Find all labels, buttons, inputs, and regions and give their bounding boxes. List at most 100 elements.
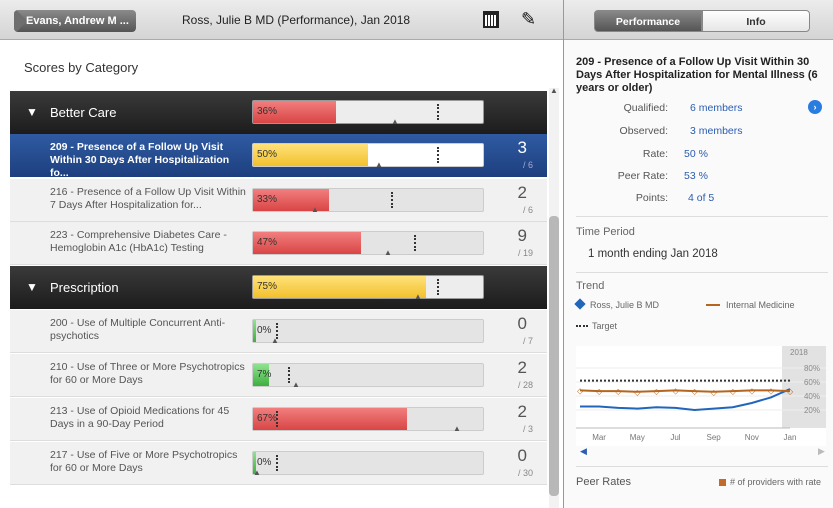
time-period-label: Time Period xyxy=(576,226,635,238)
category-row[interactable]: ▼ Better Care 36% ▲ xyxy=(10,91,547,134)
scrollbar-thumb[interactable] xyxy=(549,216,559,496)
x-tick-label: Nov xyxy=(745,433,759,442)
measure-score-bar: 50% ▲ xyxy=(252,143,484,169)
peer-marker-icon: ▲ xyxy=(391,117,399,126)
observed-label: Observed: xyxy=(619,125,668,137)
qualified-label: Qualified: xyxy=(623,102,668,114)
measure-score-bar: 0% ▲ xyxy=(252,451,484,477)
series-point: ◇ xyxy=(711,388,718,397)
series-point: ◇ xyxy=(615,387,622,396)
collapse-triangle-icon[interactable]: ▼ xyxy=(26,280,38,294)
observed-value[interactable]: 3 members xyxy=(690,125,743,137)
series-point: ◇ xyxy=(596,387,603,396)
legend-target: Target xyxy=(592,321,618,331)
peer-rate-value: 53 % xyxy=(684,170,708,182)
legend-swatch-internal-medicine xyxy=(706,304,720,306)
target-marker xyxy=(391,192,393,208)
back-button[interactable]: Evans, Andrew M ... xyxy=(14,10,136,32)
peer-rates-legend: # of providers with rate xyxy=(730,477,822,487)
score-numerator: 9 xyxy=(517,226,527,245)
target-marker xyxy=(414,235,416,251)
series-point: ◇ xyxy=(787,387,794,396)
score-numerator: 0 xyxy=(517,314,527,333)
top-toolbar: Evans, Andrew M ... Ross, Julie B MD (Pe… xyxy=(0,0,563,40)
score-denominator: / 6 xyxy=(522,205,533,215)
series-point: ◇ xyxy=(768,386,775,395)
x-tick-label: Sep xyxy=(707,433,722,442)
series-point: ◇ xyxy=(730,387,737,396)
peer-marker-icon: ▲ xyxy=(292,380,300,389)
details-arrow-icon[interactable]: › xyxy=(808,100,822,114)
bar-percent: 0% xyxy=(257,457,272,468)
bar-percent: 7% xyxy=(257,369,272,380)
legend-swatch-target xyxy=(576,325,588,327)
measure-score-bar: 33% ▲ xyxy=(252,188,484,214)
series-point: ◇ xyxy=(634,388,641,397)
measure-label: 200 - Use of Multiple Concurrent Anti-ps… xyxy=(50,317,226,342)
target-marker xyxy=(276,455,278,471)
series-point: ◇ xyxy=(692,387,699,396)
score-denominator: / 28 xyxy=(517,380,533,390)
peer-marker-icon: ▲ xyxy=(453,424,461,433)
legend-internal-medicine: Internal Medicine xyxy=(726,300,795,310)
tab-performance[interactable]: Performance xyxy=(594,10,702,32)
measure-row[interactable]: 216 - Presence of a Follow Up Visit With… xyxy=(10,179,547,222)
tab-info[interactable]: Info xyxy=(702,10,810,32)
score-numerator: 2 xyxy=(517,183,527,202)
category-label: Better Care xyxy=(50,105,117,120)
category-label: Prescription xyxy=(50,280,119,295)
bar-percent: 36% xyxy=(257,106,278,117)
score-denominator: / 19 xyxy=(517,248,533,258)
y-tick-label: 40% xyxy=(804,392,820,401)
peer-marker-icon: ▲ xyxy=(271,336,279,345)
measure-label: 223 - Comprehensive Diabetes Care - Hemo… xyxy=(50,229,227,254)
x-tick-label: May xyxy=(630,433,645,442)
scores-panel: Scores by Category ▲ ▼ Better Care 36% ▲ 209… xyxy=(0,40,563,508)
series-point: ◇ xyxy=(653,387,660,396)
measure-row[interactable]: 209 - Presence of a Follow Up Visit With… xyxy=(10,134,547,179)
target-marker xyxy=(437,147,439,163)
target-marker xyxy=(276,411,278,427)
score-denominator: / 6 xyxy=(522,160,533,170)
trend-next-icon[interactable]: ▶ xyxy=(818,446,825,457)
bar-percent: 50% xyxy=(257,149,278,160)
calendar-icon[interactable] xyxy=(483,11,499,28)
trend-label: Trend xyxy=(576,280,605,292)
y-tick-label: 60% xyxy=(804,378,820,387)
rate-value: 50 % xyxy=(684,148,708,160)
trend-prev-icon[interactable]: ◀ xyxy=(580,446,587,457)
target-marker xyxy=(288,367,290,383)
measure-row[interactable]: 200 - Use of Multiple Concurrent Anti-ps… xyxy=(10,310,547,353)
year-label: 2018 xyxy=(790,348,808,357)
peer-marker-icon: ▲ xyxy=(414,292,422,301)
bar-percent: 75% xyxy=(257,281,278,292)
measure-score-bar: 0% ▲ xyxy=(252,319,484,345)
scroll-up-icon[interactable]: ▲ xyxy=(550,86,558,95)
bar-percent: 47% xyxy=(257,237,278,248)
qualified-value[interactable]: 6 members xyxy=(690,102,743,114)
series-point: ◇ xyxy=(577,386,584,395)
measure-label: 210 - Use of Three or More Psychotropics… xyxy=(50,361,245,386)
category-score-bar: 36% ▲ xyxy=(252,100,484,126)
score-denominator: / 7 xyxy=(522,336,533,346)
measure-row[interactable]: 217 - Use of Five or More Psychotropics … xyxy=(10,442,547,485)
peer-rates-label: Peer Rates xyxy=(576,476,632,488)
measure-row[interactable]: 223 - Comprehensive Diabetes Care - Hemo… xyxy=(10,222,547,265)
points-value: 4 of 5 xyxy=(688,192,715,204)
measure-row[interactable]: 213 - Use of Opioid Medications for 45 D… xyxy=(10,398,547,441)
measure-score-bar: 47% ▲ xyxy=(252,231,484,257)
time-period-value: 1 month ending Jan 2018 xyxy=(588,248,718,260)
bar-fill xyxy=(253,276,426,298)
collapse-triangle-icon[interactable]: ▼ xyxy=(26,105,38,119)
bar-percent: 67% xyxy=(257,413,278,424)
score-numerator: 3 xyxy=(517,138,527,157)
measure-row[interactable]: 210 - Use of Three or More Psychotropics… xyxy=(10,354,547,397)
measure-score-bar: 7% ▲ xyxy=(252,363,484,389)
category-row[interactable]: ▼ Prescription 75% ▲ xyxy=(10,266,547,309)
wrench-icon[interactable]: ✎ xyxy=(521,9,536,30)
series-point: ◇ xyxy=(672,386,679,395)
trend-chart: 2018 80% 60% 40% 20% ◇ ◇ ◇ ◇ ◇ ◇ ◇ ◇ ◇ ◇ ◇ ◇ Mar May Jul Sep… xyxy=(576,346,826,446)
scores-title: Scores by Category xyxy=(24,60,139,75)
score-numerator: 0 xyxy=(517,446,527,465)
measure-title: 209 - Presence of a Follow Up Visit With… xyxy=(576,56,818,94)
